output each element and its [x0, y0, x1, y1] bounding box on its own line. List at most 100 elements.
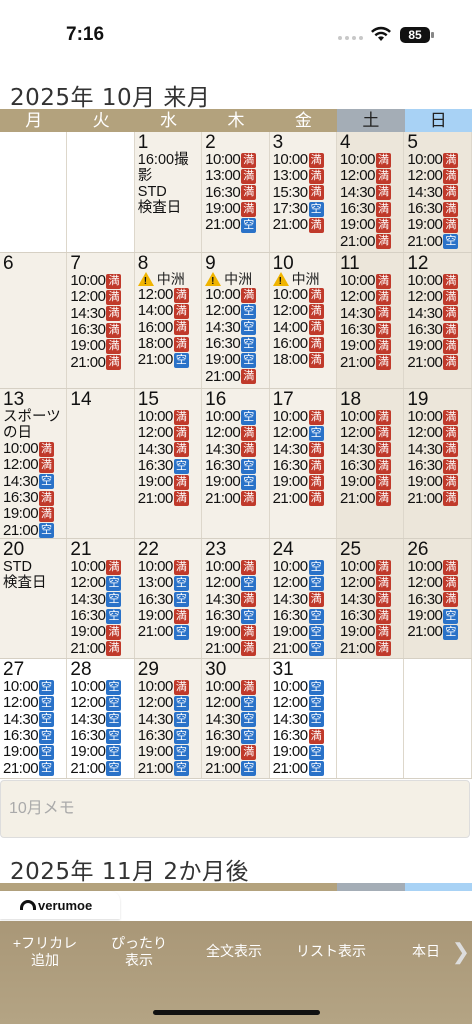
time-slot[interactable]: 19:00 満 — [138, 474, 201, 490]
time-slot[interactable]: 10:00 満 — [407, 152, 470, 168]
time-slot[interactable]: 19:00 満 — [138, 608, 201, 624]
time-slot[interactable]: 16:30 満 — [273, 458, 336, 474]
time-slot[interactable]: 12:00 満 — [407, 168, 470, 184]
calendar-day-cell[interactable]: 23 10:00 満 12:00 空 14:30 満 16:30 空 19:00 満 21:00 満 — [202, 539, 270, 658]
calendar-day-cell[interactable]: 5 10:00 満 12:00 満 14:30 満 16:30 満 19:00 満 21:00 空 — [404, 132, 472, 252]
time-slot[interactable]: 14:30 空 — [205, 711, 268, 728]
calendar-day-cell[interactable]: 8中洲12:00満14:00満16:00満18:00満21:00空 — [134, 253, 203, 388]
time-slot[interactable]: 18:00 満 — [138, 336, 201, 352]
time-slot[interactable]: 19:00 満 — [407, 217, 470, 233]
time-slot[interactable]: 19:00 満 — [407, 338, 470, 354]
time-slot[interactable]: 12:00 満 — [70, 289, 133, 305]
time-slot[interactable]: 14:00 満 — [273, 319, 336, 336]
time-slot[interactable]: 12:00 空 — [70, 695, 133, 711]
time-slot[interactable]: 16:30 空 — [205, 608, 268, 624]
chevron-right-icon[interactable]: ❯ — [452, 939, 470, 965]
time-slot[interactable]: 10:00 満 — [3, 441, 66, 457]
calendar-day-cell[interactable]: 17 10:00 満 12:00 空 14:30 満 16:30 満 19:00 満 21:00 満 — [269, 389, 337, 538]
time-slot[interactable]: 12:00 空 — [273, 695, 336, 711]
time-slot[interactable]: 14:30 満 — [340, 591, 403, 608]
calendar-day-cell[interactable]: 29 10:00 満 12:00 空 14:30 空 16:30 空 19:00 空 21:00 空 — [134, 659, 203, 778]
time-slot[interactable]: 14:30 満 — [273, 441, 336, 458]
calendar-day-cell[interactable]: 10中洲10:00満12:00満14:00満16:00満18:00満 — [269, 253, 337, 388]
time-slot[interactable]: 10:00 空 — [273, 559, 336, 575]
time-slot[interactable]: 21:00 空 — [138, 624, 201, 640]
time-slot[interactable]: 10:00 満 — [205, 152, 268, 168]
time-slot[interactable]: 12:00 満 — [3, 457, 66, 473]
time-slot[interactable]: 10:00 満 — [138, 559, 201, 575]
calendar-day-cell[interactable]: 1 16:00撮影 STD 検査日 — [134, 132, 203, 252]
calendar-day-cell[interactable]: 21 10:00 満 12:00 空 14:30 空 16:30 空 19:00 満 21:00 満 — [67, 539, 135, 658]
calendar-day-cell[interactable]: 28 10:00 空 12:00 空 14:30 空 16:30 空 19:00 空 21:00 空 — [67, 659, 135, 778]
time-slot[interactable]: 10:00 空 — [273, 679, 336, 695]
time-slot[interactable]: 21:00 満 — [70, 640, 133, 657]
time-slot[interactable]: 12:00 満 — [340, 289, 403, 305]
time-slot[interactable]: 21:00 満 — [340, 233, 403, 250]
fulltext-view-button[interactable]: 全文表示 — [196, 943, 272, 960]
time-slot[interactable]: 14:30 満 — [340, 184, 403, 201]
time-slot[interactable]: 16:30 満 — [407, 458, 470, 474]
calendar-day-cell[interactable]: 9中洲10:00満12:00空14:30空16:30空19:00空21:00満 — [202, 253, 270, 388]
time-slot[interactable]: 19:00 空 — [3, 744, 66, 760]
time-slot[interactable]: 16:30 満 — [3, 490, 66, 506]
time-slot[interactable]: 19:00 満 — [205, 744, 268, 760]
time-slot[interactable]: 12:00 満 — [407, 289, 470, 305]
time-slot[interactable]: 10:00 満 — [340, 273, 403, 289]
time-slot[interactable]: 14:30 空 — [138, 711, 201, 728]
time-slot[interactable]: 12:00 空 — [205, 695, 268, 711]
calendar-day-cell[interactable]: 3 10:00 満 13:00 満 15:30 満 17:30 空 21:00 満 — [269, 132, 337, 252]
time-slot[interactable]: 16:30 空 — [205, 336, 268, 352]
time-slot[interactable]: 16:30 空 — [70, 728, 133, 744]
time-slot[interactable]: 21:00 空 — [3, 760, 66, 777]
time-slot[interactable]: 14:30 満 — [407, 184, 470, 201]
calendar-day-cell[interactable]: 30 10:00 満 12:00 空 14:30 空 16:30 空 19:00 満 21:00 空 — [202, 659, 270, 778]
time-slot[interactable]: 19:00 空 — [273, 744, 336, 760]
calendar-day-cell[interactable]: 22 10:00 満 13:00 空 16:30 空 19:00 満 21:00 空 — [134, 539, 203, 658]
time-slot[interactable]: 19:00 満 — [340, 474, 403, 490]
time-slot[interactable]: 10:00 満 — [138, 679, 201, 695]
time-slot[interactable]: 21:00 空 — [3, 522, 66, 538]
time-slot[interactable]: 14:30 満 — [407, 441, 470, 458]
time-slot[interactable]: 16:00 満 — [138, 319, 201, 336]
time-slot[interactable]: 21:00 空 — [138, 352, 201, 368]
time-slot[interactable]: 10:00 空 — [205, 409, 268, 425]
time-slot[interactable]: 18:00 満 — [273, 352, 336, 368]
time-slot[interactable]: 19:00 満 — [340, 338, 403, 354]
time-slot[interactable]: 13:00 満 — [273, 168, 336, 184]
time-slot[interactable]: 14:30 満 — [138, 441, 201, 458]
time-slot[interactable]: 10:00 満 — [70, 273, 133, 289]
time-slot[interactable]: 12:00 満 — [407, 575, 470, 591]
time-slot[interactable]: 12:00 満 — [340, 425, 403, 441]
time-slot[interactable]: 19:00 満 — [205, 624, 268, 640]
time-slot[interactable]: 19:00 満 — [205, 201, 268, 217]
time-slot[interactable]: 12:00 空 — [70, 575, 133, 591]
time-slot[interactable]: 19:00 空 — [407, 608, 470, 624]
time-slot[interactable]: 10:00 満 — [273, 152, 336, 168]
time-slot[interactable]: 21:00 空 — [273, 760, 336, 777]
calendar-day-cell[interactable]: 26 10:00 満 12:00 満 16:30 満 19:00 空 21:00 空 — [404, 539, 472, 658]
time-slot[interactable]: 21:00 空 — [138, 760, 201, 777]
time-slot[interactable]: 16:30 満 — [205, 184, 268, 201]
calendar-day-cell[interactable]: 4 10:00 満 12:00 満 14:30 満 16:30 満 19:00 満 21:00 満 — [336, 132, 405, 252]
time-slot[interactable]: 19:00 満 — [273, 474, 336, 490]
calendar-day-cell[interactable]: 12 10:00 満 12:00 満 14:30 満 16:30 満 19:00 満 21:00 満 — [404, 253, 472, 388]
add-furikare-button[interactable]: +フリカレ 追加 — [4, 935, 86, 969]
time-slot[interactable]: 16:30 空 — [273, 608, 336, 624]
time-slot[interactable]: 10:00 満 — [138, 409, 201, 425]
calendar-day-cell[interactable]: 24 10:00 空 12:00 空 14:30 満 16:30 空 19:00 空 21:00 空 — [269, 539, 337, 658]
time-slot[interactable]: 16:30 空 — [138, 728, 201, 744]
time-slot[interactable]: 21:00 満 — [138, 490, 201, 507]
time-slot[interactable]: 19:00 空 — [205, 352, 268, 368]
time-slot[interactable]: 21:00 満 — [407, 354, 470, 371]
calendar-day-cell[interactable]: 16 10:00 空 12:00 満 14:30 満 16:30 空 19:00 空 21:00 満 — [202, 389, 270, 538]
month-memo-field[interactable]: 10月メモ — [0, 780, 470, 838]
time-slot[interactable]: 17:30 空 — [273, 201, 336, 217]
time-slot[interactable]: 12:00 空 — [273, 425, 336, 441]
time-slot[interactable]: 10:00 満 — [205, 559, 268, 575]
time-slot[interactable]: 21:00 満 — [273, 217, 336, 233]
time-slot[interactable]: 12:00 満 — [340, 575, 403, 591]
calendar-day-cell[interactable]: 25 10:00 満 12:00 満 14:30 満 16:30 満 19:00 満 21:00 満 — [336, 539, 405, 658]
time-slot[interactable]: 14:30 満 — [340, 441, 403, 458]
list-view-button[interactable]: リスト表示 — [288, 943, 374, 960]
time-slot[interactable]: 21:00 満 — [70, 354, 133, 371]
